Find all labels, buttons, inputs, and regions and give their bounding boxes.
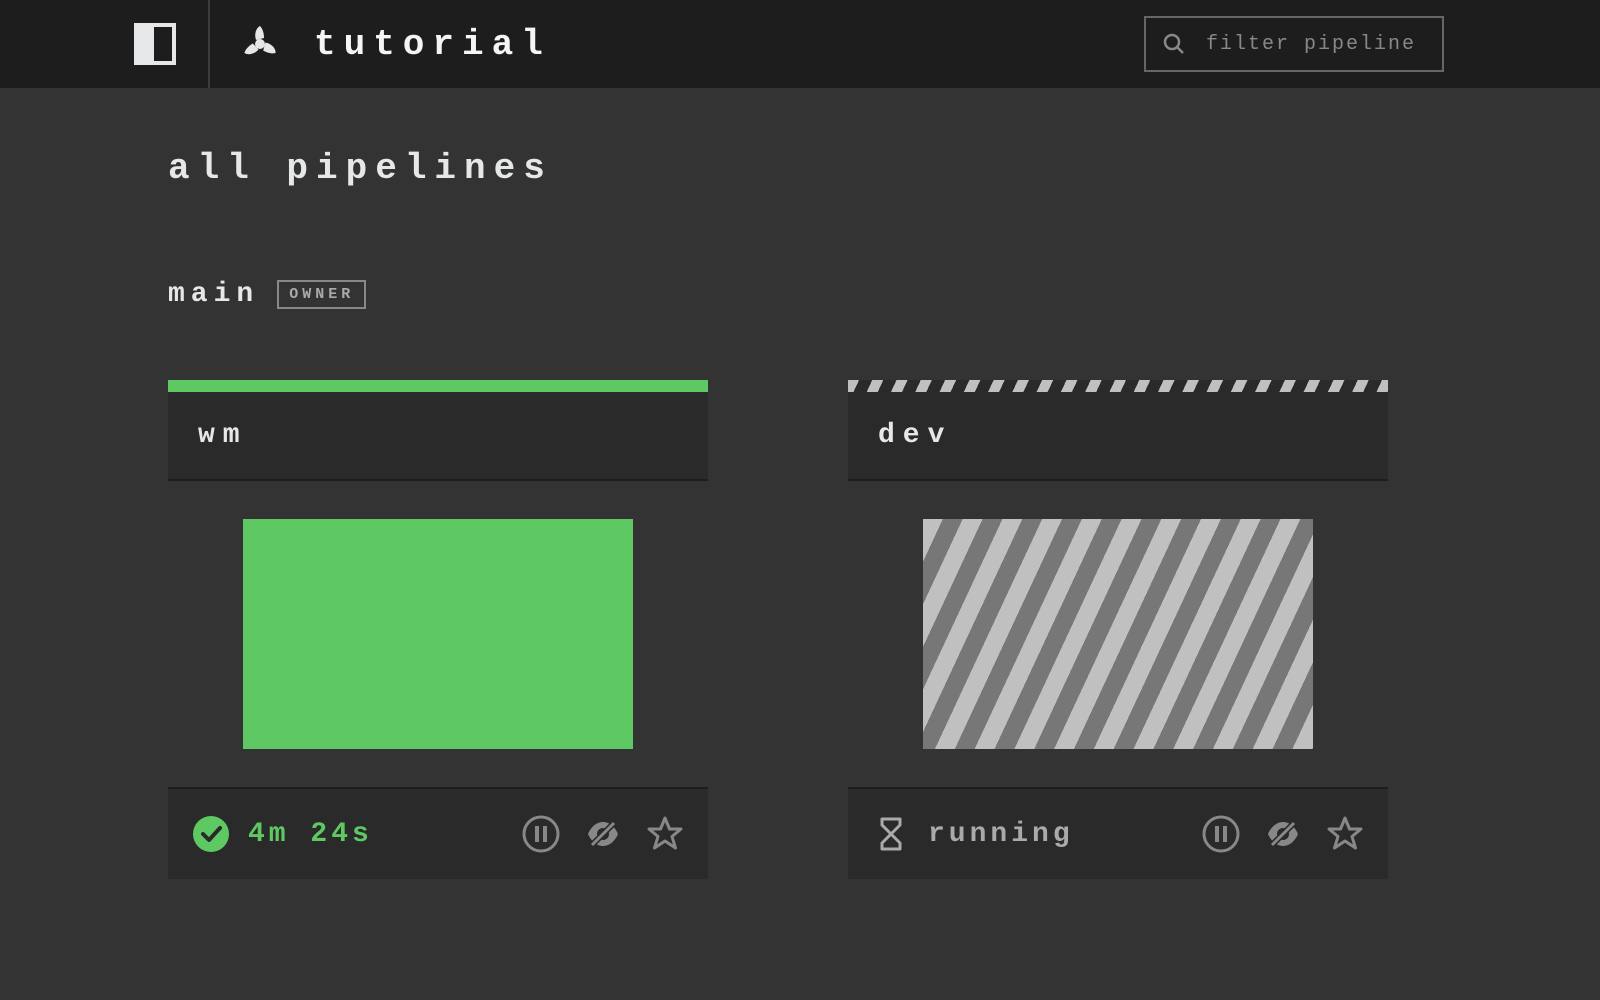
pipeline-preview-box: [243, 519, 633, 749]
pipeline-preview[interactable]: [848, 479, 1388, 789]
brand-title: tutorial: [314, 24, 551, 65]
pipeline-preview-box: [923, 519, 1313, 749]
pipeline-cards: wm 4m 24s: [168, 380, 1432, 879]
pipeline-actions: [1202, 815, 1364, 853]
pipeline-card[interactable]: dev running: [848, 380, 1388, 879]
star-icon[interactable]: [1326, 815, 1364, 853]
owner-badge: OWNER: [277, 280, 366, 309]
card-status-bar: [848, 380, 1388, 392]
sidebar-toggle-button[interactable]: [134, 23, 176, 65]
main-content: all pipelines main OWNER wm 4m 24s: [0, 88, 1600, 939]
pipeline-name[interactable]: wm: [168, 392, 708, 479]
status-text: running: [928, 819, 1074, 850]
concourse-logo-icon[interactable]: [234, 18, 286, 70]
topbar-divider: [208, 0, 210, 88]
pipeline-actions: [522, 815, 684, 853]
pipeline-preview[interactable]: [168, 479, 708, 789]
status-text: 4m 24s: [248, 819, 373, 850]
search-icon: [1162, 32, 1186, 56]
page-title: all pipelines: [168, 148, 1432, 189]
card-status-bar: [168, 380, 708, 392]
team-name[interactable]: main: [168, 279, 259, 310]
pipeline-card[interactable]: wm 4m 24s: [168, 380, 708, 879]
team-header: main OWNER: [168, 279, 1432, 310]
pause-icon[interactable]: [1202, 815, 1240, 853]
pause-icon[interactable]: [522, 815, 560, 853]
pipeline-name[interactable]: dev: [848, 392, 1388, 479]
pipeline-footer: 4m 24s: [168, 789, 708, 879]
eye-slash-icon[interactable]: [1264, 815, 1302, 853]
pipeline-footer: running: [848, 789, 1388, 879]
search-box[interactable]: [1144, 16, 1444, 72]
check-circle-icon: [192, 815, 230, 853]
eye-slash-icon[interactable]: [584, 815, 622, 853]
search-input[interactable]: [1206, 33, 1426, 56]
topbar: tutorial: [0, 0, 1600, 88]
star-icon[interactable]: [646, 815, 684, 853]
hourglass-icon: [872, 815, 910, 853]
